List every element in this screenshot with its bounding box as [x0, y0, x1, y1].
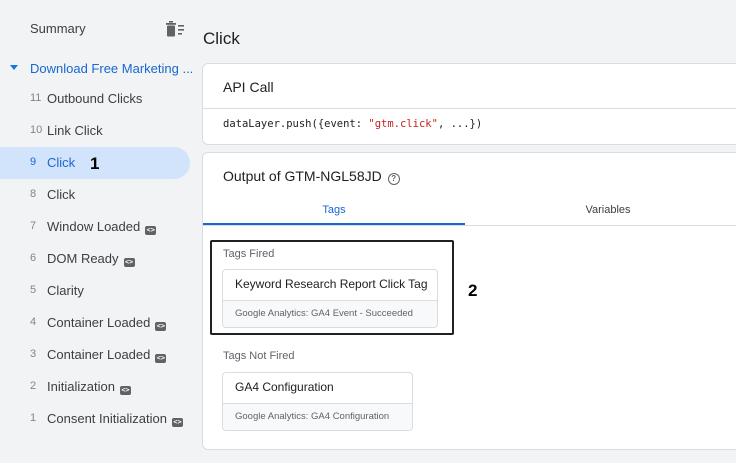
event-number: 11: [30, 92, 42, 104]
code-suffix: , ...}): [437, 118, 483, 130]
event-name-text: Container Loaded: [47, 315, 151, 330]
code-string: "gtm.click": [368, 118, 438, 130]
event-item[interactable]: 8 Click: [0, 179, 190, 211]
event-name: Consent Initialization <>: [47, 411, 183, 427]
event-number: 7: [30, 220, 37, 232]
code-icon: <>: [155, 322, 167, 331]
event-name: Link Click: [47, 123, 103, 138]
event-item[interactable]: 7 Window Loaded <>: [0, 211, 190, 243]
event-item[interactable]: 10 Link Click: [0, 115, 190, 147]
help-icon[interactable]: ?: [387, 173, 400, 185]
event-number: 2: [30, 380, 37, 392]
caret-down-icon[interactable]: [10, 65, 18, 70]
code-icon: <>: [119, 386, 131, 395]
event-name-text: Container Loaded: [47, 347, 151, 362]
container-label: Download Free Marketing ...: [30, 61, 194, 76]
tags-not-fired-label: Tags Not Fired: [223, 350, 295, 362]
event-name: Initialization <>: [47, 379, 131, 395]
event-item[interactable]: 4 Container Loaded <>: [0, 307, 190, 339]
event-number: 10: [30, 124, 43, 136]
event-name: Container Loaded <>: [47, 347, 167, 363]
event-item[interactable]: 1 Consent Initialization <>: [0, 403, 190, 435]
event-name-text: Window Loaded: [47, 219, 141, 234]
event-name-text: Consent Initialization: [47, 411, 167, 426]
event-number: 9: [30, 156, 37, 168]
event-name-text: Click: [47, 187, 76, 202]
event-name: Window Loaded <>: [47, 219, 157, 235]
event-item[interactable]: 3 Container Loaded <>: [0, 339, 190, 371]
event-number: 6: [30, 252, 37, 264]
annotation-marker-2: 2: [468, 281, 478, 300]
event-number: 3: [30, 348, 37, 360]
event-item[interactable]: 2 Initialization <>: [0, 371, 190, 403]
event-name-text: DOM Ready: [47, 251, 119, 266]
event-name: Outbound Clicks: [47, 91, 142, 106]
code-icon: <>: [123, 258, 135, 267]
event-name: Click: [47, 187, 75, 202]
event-name-text: Outbound Clicks: [47, 91, 143, 106]
output-title: Output of GTM-NGL58JD?: [223, 168, 400, 185]
annotation-box: [210, 240, 454, 335]
code-icon: <>: [145, 226, 157, 235]
event-number: 8: [30, 188, 37, 200]
event-name: DOM Ready <>: [47, 251, 135, 267]
event-name: Container Loaded <>: [47, 315, 167, 331]
event-item[interactable]: 6 DOM Ready <>: [0, 243, 190, 275]
api-call-card: API Call dataLayer.push({event: "gtm.cli…: [202, 63, 736, 145]
event-name-text: Link Click: [47, 123, 103, 138]
event-name-text: Clarity: [47, 283, 84, 298]
annotation-marker-1: 1: [90, 154, 100, 173]
event-name: Click: [47, 155, 75, 170]
output-title-text: Output of GTM-NGL58JD: [223, 168, 382, 184]
page-title: Click: [203, 29, 240, 48]
code-icon: <>: [155, 354, 167, 363]
event-name-text: Click: [47, 155, 76, 170]
divider: [203, 108, 736, 109]
tab-variables[interactable]: Variables: [477, 195, 736, 225]
tag-card-not-fired[interactable]: GA4 Configuration Google Analytics: GA4 …: [222, 372, 413, 431]
container-item[interactable]: Download Free Marketing ...: [0, 52, 195, 84]
event-name-text: Initialization: [47, 379, 115, 394]
tag-name: GA4 Configuration: [235, 380, 334, 394]
api-call-title: API Call: [223, 79, 274, 95]
summary-label: Summary: [30, 21, 86, 36]
trash-icon[interactable]: [165, 20, 185, 38]
code-icon: <>: [171, 418, 183, 427]
event-number: 1: [30, 412, 37, 424]
tab-tags[interactable]: Tags: [203, 195, 465, 225]
event-number: 4: [30, 316, 37, 328]
tag-footer: Google Analytics: GA4 Configuration: [223, 403, 412, 430]
tag-type: Google Analytics: GA4 Configuration: [235, 411, 390, 422]
event-number: 5: [30, 284, 37, 296]
event-name: Clarity: [47, 283, 84, 298]
tabs: Tags Variables: [203, 195, 736, 226]
code-prefix: dataLayer.push({event:: [223, 118, 369, 130]
event-item[interactable]: 5 Clarity: [0, 275, 190, 307]
summary-row[interactable]: Summary: [0, 12, 195, 44]
sidebar: Summary Download Free Marketing ... 11 Ou…: [0, 0, 195, 463]
event-item[interactable]: 11 Outbound Clicks: [0, 83, 190, 115]
api-call-code: dataLayer.push({event: "gtm.click", ...}…: [223, 118, 482, 130]
